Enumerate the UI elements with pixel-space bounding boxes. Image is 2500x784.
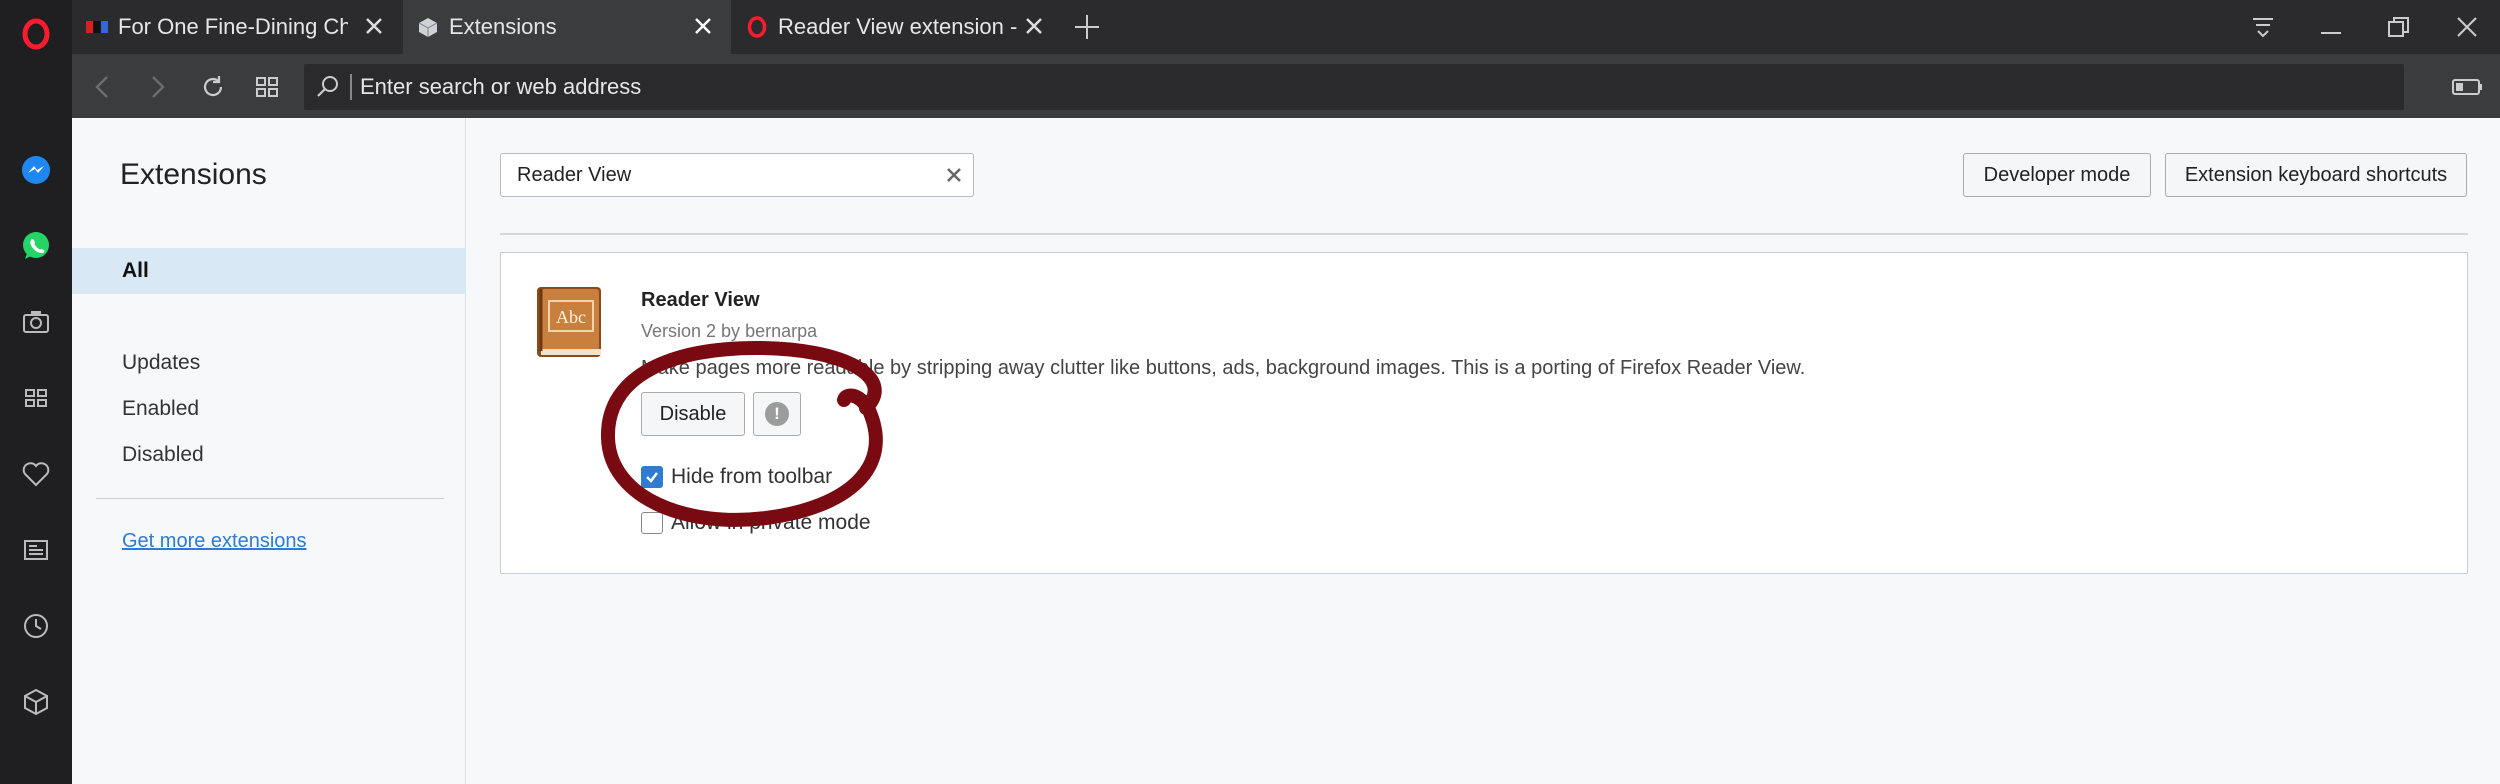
reader-view-book-icon: Abc — [537, 287, 601, 357]
tab-title: Extensions — [449, 14, 557, 39]
hide-from-toolbar-checkbox[interactable] — [641, 466, 663, 488]
info-button[interactable]: ! — [753, 392, 801, 436]
extensions-cube-icon — [418, 18, 438, 37]
sidebar-divider — [96, 498, 444, 499]
get-more-extensions-link[interactable]: Get more extensions — [122, 530, 307, 553]
restore-icon[interactable] — [2380, 8, 2418, 46]
allow-private-mode-checkbox[interactable] — [641, 512, 663, 534]
extension-description: Make pages more readable by stripping aw… — [641, 357, 1806, 379]
reload-icon[interactable] — [194, 68, 232, 106]
close-tab-icon[interactable] — [360, 12, 388, 40]
address-input[interactable] — [360, 64, 2260, 110]
tab-extensions[interactable]: Extensions — [403, 0, 731, 54]
checkmark-icon — [646, 472, 658, 483]
news-icon[interactable] — [18, 532, 54, 568]
disable-button[interactable]: Disable — [641, 392, 745, 436]
sidebar-item-enabled[interactable]: Enabled — [72, 386, 466, 432]
minimize-icon[interactable] — [2312, 8, 2350, 46]
tabs-grid-icon[interactable] — [248, 68, 286, 106]
developer-mode-button[interactable]: Developer mode — [1963, 153, 2151, 197]
extension-version: Version 2 by bernarpa — [641, 321, 818, 341]
history-icon[interactable] — [18, 608, 54, 644]
address-separator — [350, 74, 352, 100]
close-tab-icon[interactable] — [1020, 12, 1048, 40]
content-divider — [500, 233, 2468, 235]
camera-icon[interactable] — [18, 304, 54, 340]
extension-search-box[interactable] — [500, 153, 974, 197]
battery-saver-icon[interactable] — [2448, 68, 2486, 106]
tab-menu-icon[interactable] — [2244, 8, 2282, 46]
page-title: Extensions — [120, 158, 267, 191]
search-icon — [317, 76, 338, 97]
close-window-icon[interactable] — [2448, 8, 2486, 46]
tab-reader-view[interactable]: Reader View extension - Opera add-ons — [732, 0, 1062, 54]
close-tab-icon[interactable] — [689, 12, 717, 40]
tab-strip: For One Fine-Dining Chef, Faith Forms Th… — [72, 0, 2500, 54]
extensions-sidebar: Extensions All Updates Enabled Disabled … — [72, 118, 466, 784]
address-toolbar — [72, 54, 2500, 118]
extensions-cube-icon[interactable] — [18, 684, 54, 720]
tab-npr[interactable]: For One Fine-Dining Chef, Faith Forms Th… — [72, 0, 402, 54]
sidebar-item-all[interactable]: All — [72, 248, 466, 294]
allow-private-mode-label: Allow in private mode — [671, 511, 871, 534]
extension-name: Reader View — [641, 289, 760, 311]
opera-sidebar — [0, 0, 72, 784]
heart-icon[interactable] — [18, 456, 54, 492]
opera-menu-icon[interactable] — [18, 16, 54, 52]
extension-search-input[interactable] — [517, 154, 937, 196]
book-icon-text: Abc — [556, 307, 586, 327]
npr-icon — [86, 21, 108, 33]
new-tab-icon[interactable] — [1070, 10, 1104, 44]
back-icon[interactable] — [84, 68, 122, 106]
messenger-icon[interactable] — [18, 152, 54, 188]
whatsapp-icon[interactable] — [18, 228, 54, 264]
exclamation-icon: ! — [765, 402, 789, 426]
forward-icon[interactable] — [138, 68, 176, 106]
opera-icon — [747, 16, 767, 38]
tab-title: Reader View extension - Opera add-ons — [778, 14, 1020, 39]
address-bar[interactable] — [304, 64, 2404, 110]
sidebar-item-disabled[interactable]: Disabled — [72, 432, 466, 478]
tab-title: For One Fine-Dining Chef, Faith Forms Th… — [118, 14, 348, 39]
speed-dial-icon[interactable] — [18, 380, 54, 416]
sidebar-item-updates[interactable]: Updates — [72, 340, 466, 386]
extension-card: Abc Reader View Version 2 by bernarpa Ma… — [500, 252, 2468, 574]
clear-search-icon[interactable] — [943, 164, 965, 186]
keyboard-shortcuts-button[interactable]: Extension keyboard shortcuts — [2165, 153, 2467, 197]
hide-from-toolbar-label: Hide from toolbar — [671, 465, 833, 488]
